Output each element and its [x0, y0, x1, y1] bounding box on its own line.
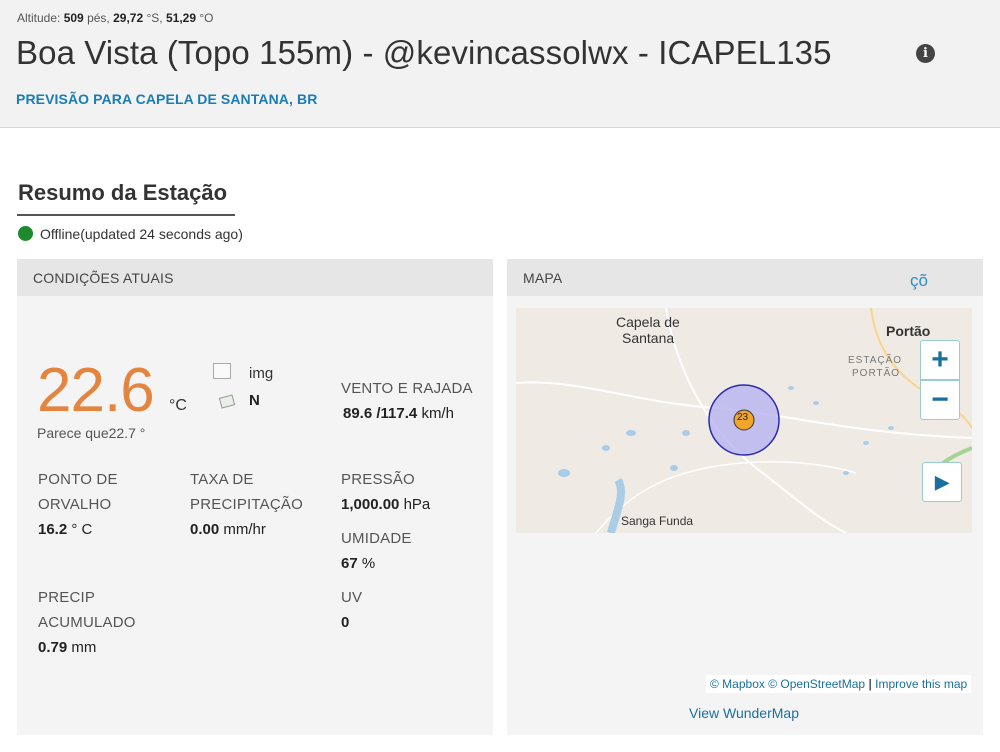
current-conditions-panel: CONDIÇÕES ATUAIS 22.6 °C Parece que22.7 …: [17, 259, 493, 735]
status-text: Offline(updated 24 seconds ago): [40, 226, 243, 242]
broken-image-icon: [213, 363, 231, 379]
place-label-capela: Capela de Santana: [616, 314, 680, 346]
precip-rate-label-line2: PRECIPITAÇÃO: [190, 496, 303, 513]
altitude-value: 509: [63, 11, 84, 25]
play-button[interactable]: ▶: [922, 462, 962, 502]
precip-accum-label-line2: ACUMULADO: [38, 614, 136, 631]
place-capela-line1: Capela de: [616, 314, 680, 330]
uv-value: 0: [341, 614, 349, 631]
place-capela-line2: Santana: [622, 330, 675, 346]
attribution-improve[interactable]: Improve this map: [875, 677, 967, 691]
precip-rate-number: 0.00: [190, 521, 220, 538]
place-label-portao: Portão: [886, 323, 931, 339]
summary-underline: [17, 214, 235, 216]
latitude-value: 29,72: [113, 11, 144, 25]
uv-number: 0: [341, 614, 350, 631]
precip-accum-label-line1: PRECIP: [38, 589, 96, 606]
wind-direction: N: [249, 392, 260, 409]
settings-icon[interactable]: çõ: [910, 271, 928, 291]
image-alt-text: img: [249, 365, 274, 382]
wind-label: VENTO E RAJADA: [341, 380, 473, 397]
pressure-label: PRESSÃO: [341, 471, 415, 488]
place-estacao-line1: ESTAÇÃO: [848, 355, 903, 366]
dew-point-label-line1: PONTO DE: [38, 471, 118, 488]
station-marker-label: 23: [737, 412, 749, 423]
attribution-osm[interactable]: © OpenStreetMap: [768, 677, 865, 691]
forecast-link[interactable]: PREVISÃO PARA CAPELA DE SANTANA, BR: [16, 91, 317, 107]
longitude-value: 51,29: [165, 11, 196, 25]
location-info: Altitude: 509 pés, 29,72 °S, 51,29 °O: [17, 11, 213, 25]
map-panel-title: MAPA: [523, 270, 563, 286]
precip-rate-unit: mm/hr: [223, 521, 266, 538]
latitude-dir: °S,: [146, 11, 163, 25]
conditions-panel-title: CONDIÇÕES ATUAIS: [33, 270, 174, 286]
station-header: Altitude: 509 pés, 29,72 °S, 51,29 °O Bo…: [0, 0, 1000, 128]
dew-point-number: 16.2: [38, 521, 68, 538]
attribution-mapbox[interactable]: © Mapbox: [710, 677, 765, 691]
humidity-label: UMIDADE: [341, 530, 412, 547]
temperature-unit: °C: [169, 397, 187, 414]
longitude-dir: °O: [199, 11, 214, 25]
altitude-label: Altitude:: [17, 11, 61, 25]
altitude-unit: pés,: [87, 11, 110, 25]
wind-gust: /117.4: [376, 405, 418, 422]
dew-point-label: PONTO DE ORVALHO: [38, 467, 118, 517]
feels-like-value: 22.7 °: [108, 425, 146, 441]
precip-rate-label: TAXA DE PRECIPITAÇÃO: [190, 467, 303, 517]
dew-point-value: 16.2 ° C: [38, 521, 92, 538]
place-label-sanga: Sanga Funda: [621, 514, 694, 528]
precip-accum-value: 0.79 mm: [38, 639, 96, 656]
humidity-number: 67: [341, 555, 358, 572]
precip-accum-label: PRECIP ACUMULADO: [38, 585, 136, 635]
feels-like-label: Parece que: [37, 425, 109, 441]
wind-value: 89.6 /117.4 km/h: [343, 405, 454, 422]
conditions-panel-header: CONDIÇÕES ATUAIS: [17, 259, 493, 296]
precip-accum-unit: mm: [71, 639, 97, 656]
zoom-in-button[interactable]: +: [920, 340, 960, 380]
wind-direction-icon: [218, 394, 236, 409]
uv-label: UV: [341, 589, 363, 606]
feels-like: Parece que22.7 °: [37, 425, 145, 441]
summary-title: Resumo da Estação: [18, 180, 228, 205]
station-title: Boa Vista (Topo 155m) - @kevincassolwx -…: [16, 34, 832, 71]
place-estacao-line2: PORTÃO: [852, 368, 901, 379]
pressure-number: 1,000.00: [341, 496, 400, 513]
pressure-unit: hPa: [403, 496, 431, 513]
pressure-value: 1,000.00 hPa: [341, 496, 430, 513]
humidity-value: 67 %: [341, 555, 375, 572]
current-temperature: 22.6: [37, 356, 155, 425]
dew-point-label-line2: ORVALHO: [38, 496, 112, 513]
precip-rate-value: 0.00 mm/hr: [190, 521, 266, 538]
precip-rate-label-line1: TAXA DE: [190, 471, 254, 488]
status-dot-icon: [18, 226, 33, 241]
dew-point-unit: ° C: [71, 521, 93, 538]
wind-speed: 89.6: [343, 405, 373, 422]
view-wundermap-link[interactable]: View WunderMap: [689, 705, 799, 721]
wind-unit: km/h: [421, 405, 454, 422]
station-map[interactable]: Capela de Santana Portão ESTAÇÃO PORTÃO …: [516, 308, 972, 533]
map-attribution: © Mapbox © OpenStreetMap | Improve this …: [706, 675, 972, 693]
info-icon[interactable]: i: [916, 44, 935, 63]
zoom-out-button[interactable]: −: [920, 380, 960, 420]
humidity-unit: %: [361, 555, 376, 572]
place-label-estacao: ESTAÇÃO PORTÃO: [848, 354, 902, 380]
map-panel: MAPA çõ Capela de Santana Portão ESTAÇÃO…: [507, 259, 983, 735]
precip-accum-number: 0.79: [38, 639, 68, 656]
attribution-sep: |: [868, 677, 872, 691]
